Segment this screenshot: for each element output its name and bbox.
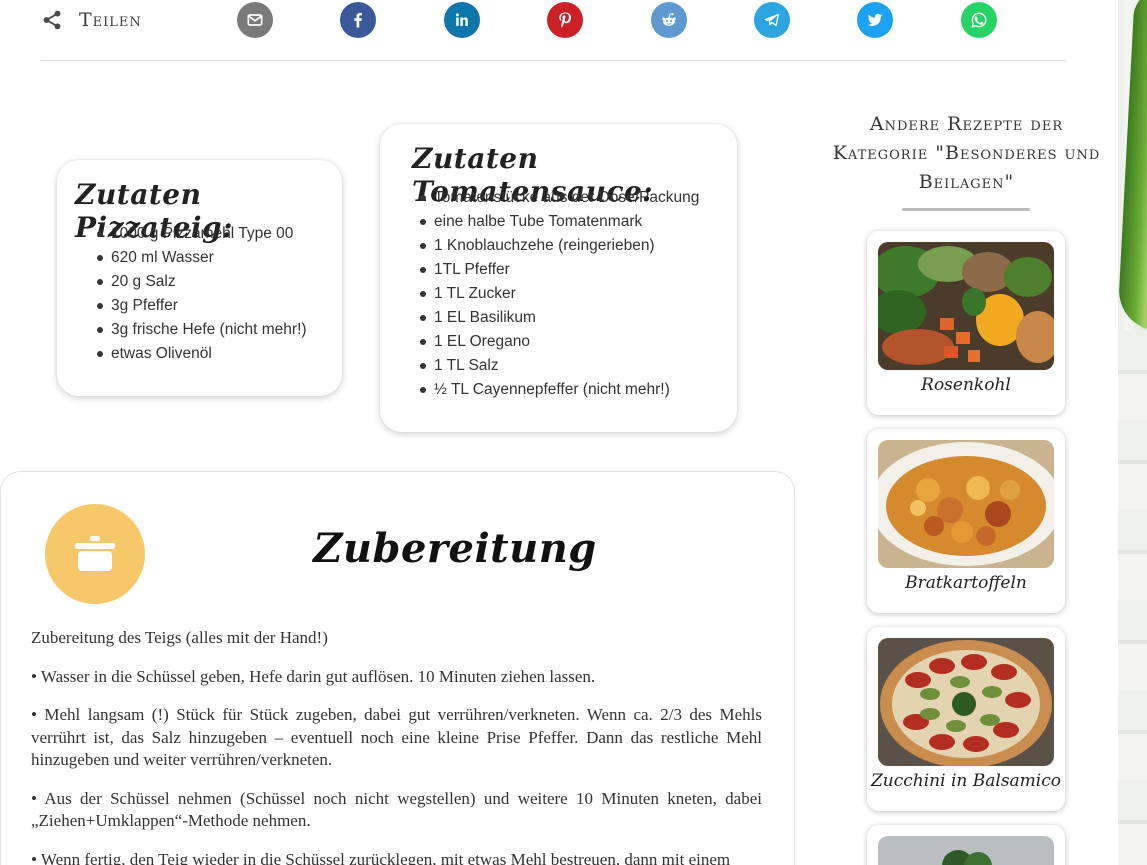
telegram-share-button[interactable] [754,2,790,38]
recipe-name: Bratkartoffeln [905,573,1027,593]
sauce-ingredients-list: Tomatenstücke aus der Dose/Packung eine … [419,186,699,402]
list-item: 1TL Pfeffer [419,258,699,282]
whatsapp-icon [971,12,987,28]
email-icon [247,14,263,26]
list-item: 1 TL Zucker [419,282,699,306]
list-item: 1 EL Basilikum [419,306,699,330]
preparation-title: Zubereitung [313,525,597,572]
list-item: 1 TL Salz [419,354,699,378]
list-item: ½ TL Cayennepfeffer (nicht mehr!) [419,378,699,402]
list-item: 1 Knoblauchzehe (reingerieben) [419,234,699,258]
recipe-name: Zucchini in Balsamico [870,771,1061,791]
linkedin-icon [455,13,468,26]
linkedin-share-button[interactable] [444,2,480,38]
list-item: 1000 g Pizzamehl Type 00 [96,222,307,246]
recipe-thumbnail [878,836,1054,865]
recipe-thumbnail [878,242,1054,370]
facebook-share-button[interactable] [340,2,376,38]
recipe-card-rosenkohl[interactable]: Rosenkohl [867,231,1065,415]
telegram-icon [764,13,779,27]
reddit-icon [662,13,676,26]
wood-background [1118,330,1147,865]
preparation-paragraph: • Wenn fertig, den Teig wieder in die Sc… [31,849,731,865]
list-item: 1 EL Oregano [419,330,699,354]
whatsapp-share-button[interactable] [961,2,997,38]
leaf-image [1118,0,1147,331]
twitter-share-button[interactable] [857,2,893,38]
dough-ingredients-card: Zutaten Pizzateig: 1000 g Pizzamehl Type… [57,160,342,396]
sauce-ingredients-card: Zutaten Tomatensauce: Tomatenstücke aus … [380,124,737,432]
recipe-card-zucchini-in-balsamico[interactable]: Zucchini in Balsamico [867,627,1065,811]
list-item: 620 ml Wasser [96,246,307,270]
twitter-icon [867,13,883,27]
pot-icon [75,536,115,571]
facebook-icon [354,13,362,28]
share-label-text: Teilen [79,9,142,31]
list-item: eine halbe Tube Tomatenmark [419,210,699,234]
recipe-thumbnail [878,638,1054,766]
preparation-paragraph: • Mehl langsam (!) Stück für Stück zugeb… [31,705,762,769]
sidebar-divider [902,208,1030,211]
list-item: etwas Olivenöl [96,342,307,366]
pot-badge [45,504,145,604]
recipe-card-next[interactable] [867,825,1065,865]
pinterest-share-button[interactable] [547,2,583,38]
email-share-button[interactable] [237,2,273,38]
list-item: 3g frische Hefe (nicht mehr!) [96,318,307,342]
list-item: Tomatenstücke aus der Dose/Packung [419,186,699,210]
list-item: 3g Pfeffer [96,294,307,318]
preparation-paragraph: • Wasser in die Schüssel geben, Hefe dar… [31,666,596,686]
list-item: 20 g Salz [96,270,307,294]
preparation-paragraph: Zubereitung des Teigs (alles mit der Han… [31,628,328,647]
share-bar: Teilen [41,0,1066,61]
recipe-thumbnail [878,440,1054,568]
pinterest-icon [559,12,572,28]
reddit-share-button[interactable] [651,2,687,38]
preparation-text: Zubereitung des Teigs (alles mit der Han… [31,627,762,865]
recipe-name: Rosenkohl [921,375,1011,395]
share-icon [43,10,61,30]
share-label: Teilen [41,6,142,34]
recipe-card-bratkartoffeln[interactable]: Bratkartoffeln [867,429,1065,613]
dough-ingredients-list: 1000 g Pizzamehl Type 00 620 ml Wasser 2… [96,222,307,366]
background-decoration [1118,0,1147,865]
preparation-paragraph: • Aus der Schüssel nehmen (Schüssel noch… [31,788,762,831]
sidebar-title: Andere Rezepte der Kategorie "Besonderes… [832,113,1101,193]
